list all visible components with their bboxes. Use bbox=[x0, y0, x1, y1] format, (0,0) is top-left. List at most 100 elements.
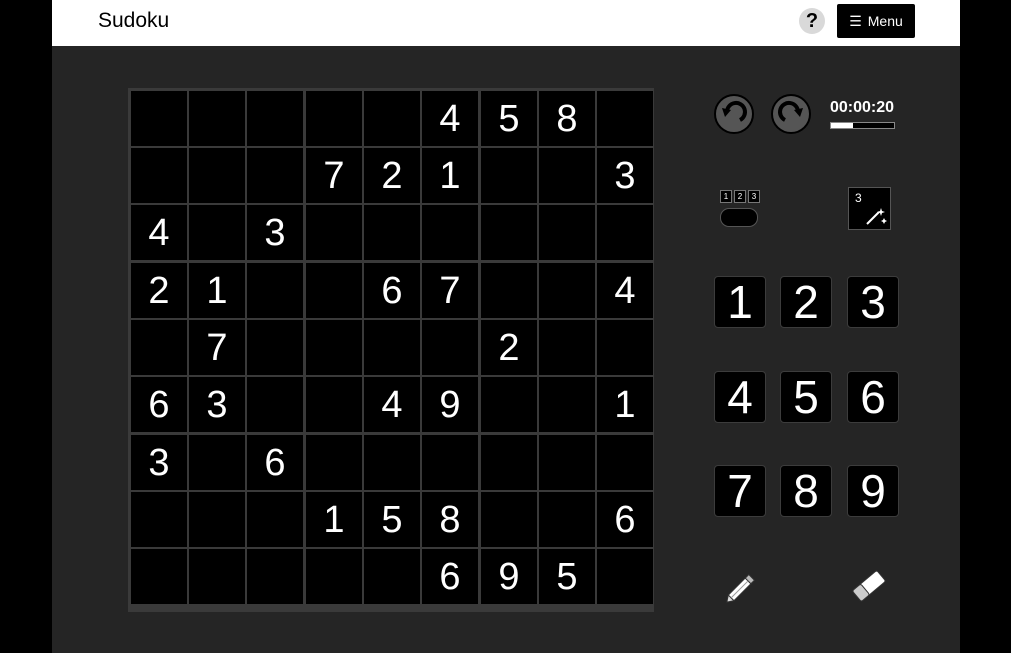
sudoku-cell[interactable] bbox=[597, 549, 653, 604]
sudoku-cell[interactable]: 3 bbox=[131, 435, 187, 490]
sudoku-cell[interactable] bbox=[131, 148, 187, 203]
sudoku-cell[interactable] bbox=[481, 377, 537, 432]
sudoku-cell[interactable] bbox=[247, 377, 303, 432]
sudoku-cell[interactable] bbox=[364, 205, 420, 260]
sudoku-cell[interactable] bbox=[597, 205, 653, 260]
sudoku-cell[interactable] bbox=[247, 148, 303, 203]
sudoku-cell[interactable] bbox=[539, 320, 595, 375]
sudoku-cell[interactable]: 9 bbox=[481, 549, 537, 604]
number-key[interactable]: 3 bbox=[847, 276, 899, 328]
sudoku-cell[interactable] bbox=[131, 320, 187, 375]
sudoku-cell[interactable] bbox=[481, 148, 537, 203]
sudoku-cell[interactable] bbox=[189, 492, 245, 547]
sudoku-cell[interactable] bbox=[539, 377, 595, 432]
redo-button[interactable] bbox=[771, 94, 811, 134]
sudoku-cell[interactable] bbox=[131, 549, 187, 604]
sudoku-cell[interactable]: 6 bbox=[597, 492, 653, 547]
sudoku-cell[interactable] bbox=[597, 91, 653, 146]
sudoku-cell[interactable]: 1 bbox=[422, 148, 478, 203]
sudoku-cell[interactable] bbox=[481, 492, 537, 547]
undo-button[interactable] bbox=[714, 94, 754, 134]
sudoku-cell[interactable] bbox=[306, 205, 362, 260]
sudoku-cell[interactable]: 3 bbox=[189, 377, 245, 432]
pencil-button[interactable] bbox=[719, 566, 763, 610]
sudoku-cell[interactable] bbox=[247, 492, 303, 547]
menu-button[interactable]: ☰ Menu bbox=[837, 4, 915, 38]
sudoku-cell[interactable]: 2 bbox=[481, 320, 537, 375]
sudoku-cell[interactable]: 5 bbox=[364, 492, 420, 547]
sudoku-cell[interactable] bbox=[539, 435, 595, 490]
sudoku-cell[interactable] bbox=[539, 492, 595, 547]
sudoku-cell[interactable] bbox=[189, 91, 245, 146]
notes-digit: 1 bbox=[720, 190, 732, 203]
sudoku-cell[interactable] bbox=[364, 435, 420, 490]
sudoku-cell[interactable] bbox=[539, 205, 595, 260]
sudoku-cell[interactable]: 1 bbox=[306, 492, 362, 547]
sudoku-cell[interactable]: 3 bbox=[247, 205, 303, 260]
number-key[interactable]: 6 bbox=[847, 371, 899, 423]
sudoku-cell[interactable] bbox=[306, 549, 362, 604]
sudoku-cell[interactable] bbox=[306, 91, 362, 146]
sudoku-cell[interactable] bbox=[306, 377, 362, 432]
sudoku-cell[interactable] bbox=[539, 263, 595, 318]
sudoku-cell[interactable]: 6 bbox=[247, 435, 303, 490]
hint-button[interactable]: 3 bbox=[848, 187, 891, 230]
sudoku-cell[interactable] bbox=[539, 148, 595, 203]
notes-toggle[interactable]: 123 bbox=[720, 190, 760, 228]
sudoku-cell[interactable]: 3 bbox=[597, 148, 653, 203]
sudoku-cell[interactable] bbox=[481, 205, 537, 260]
sudoku-cell[interactable] bbox=[247, 549, 303, 604]
sudoku-cell[interactable]: 8 bbox=[422, 492, 478, 547]
sudoku-cell[interactable] bbox=[597, 435, 653, 490]
sudoku-cell[interactable] bbox=[481, 435, 537, 490]
sudoku-cell[interactable] bbox=[306, 320, 362, 375]
sudoku-cell[interactable] bbox=[131, 91, 187, 146]
notes-digits: 123 bbox=[720, 190, 760, 203]
sudoku-cell[interactable]: 9 bbox=[422, 377, 478, 432]
sudoku-cell[interactable]: 5 bbox=[481, 91, 537, 146]
number-key[interactable]: 7 bbox=[714, 465, 766, 517]
sudoku-cell[interactable]: 6 bbox=[131, 377, 187, 432]
sudoku-cell[interactable] bbox=[247, 91, 303, 146]
sudoku-cell[interactable]: 7 bbox=[189, 320, 245, 375]
sudoku-cell[interactable]: 4 bbox=[597, 263, 653, 318]
sudoku-cell[interactable] bbox=[597, 320, 653, 375]
sudoku-cell[interactable] bbox=[422, 205, 478, 260]
sudoku-cell[interactable]: 2 bbox=[364, 148, 420, 203]
sudoku-cell[interactable] bbox=[306, 263, 362, 318]
sudoku-cell[interactable] bbox=[364, 549, 420, 604]
sudoku-cell[interactable] bbox=[364, 320, 420, 375]
sudoku-cell[interactable] bbox=[481, 263, 537, 318]
sudoku-cell[interactable]: 2 bbox=[131, 263, 187, 318]
sudoku-cell[interactable] bbox=[189, 205, 245, 260]
sudoku-cell[interactable] bbox=[131, 492, 187, 547]
number-key[interactable]: 2 bbox=[780, 276, 832, 328]
sudoku-cell[interactable]: 8 bbox=[539, 91, 595, 146]
sudoku-cell[interactable] bbox=[247, 320, 303, 375]
sudoku-cell[interactable] bbox=[364, 91, 420, 146]
help-button[interactable]: ? bbox=[799, 8, 825, 34]
sudoku-cell[interactable]: 7 bbox=[306, 148, 362, 203]
sudoku-cell[interactable] bbox=[247, 263, 303, 318]
sudoku-cell[interactable]: 1 bbox=[189, 263, 245, 318]
sudoku-cell[interactable] bbox=[189, 549, 245, 604]
sudoku-cell[interactable] bbox=[189, 435, 245, 490]
number-key[interactable]: 9 bbox=[847, 465, 899, 517]
sudoku-cell[interactable]: 4 bbox=[364, 377, 420, 432]
number-key[interactable]: 8 bbox=[780, 465, 832, 517]
eraser-button[interactable] bbox=[847, 564, 891, 608]
sudoku-cell[interactable] bbox=[189, 148, 245, 203]
sudoku-cell[interactable] bbox=[422, 435, 478, 490]
sudoku-cell[interactable]: 4 bbox=[422, 91, 478, 146]
sudoku-cell[interactable]: 6 bbox=[422, 549, 478, 604]
number-key[interactable]: 5 bbox=[780, 371, 832, 423]
sudoku-cell[interactable]: 7 bbox=[422, 263, 478, 318]
sudoku-cell[interactable] bbox=[306, 435, 362, 490]
sudoku-cell[interactable] bbox=[422, 320, 478, 375]
sudoku-cell[interactable]: 4 bbox=[131, 205, 187, 260]
sudoku-cell[interactable]: 5 bbox=[539, 549, 595, 604]
number-key[interactable]: 1 bbox=[714, 276, 766, 328]
sudoku-cell[interactable]: 1 bbox=[597, 377, 653, 432]
sudoku-cell[interactable]: 6 bbox=[364, 263, 420, 318]
number-key[interactable]: 4 bbox=[714, 371, 766, 423]
